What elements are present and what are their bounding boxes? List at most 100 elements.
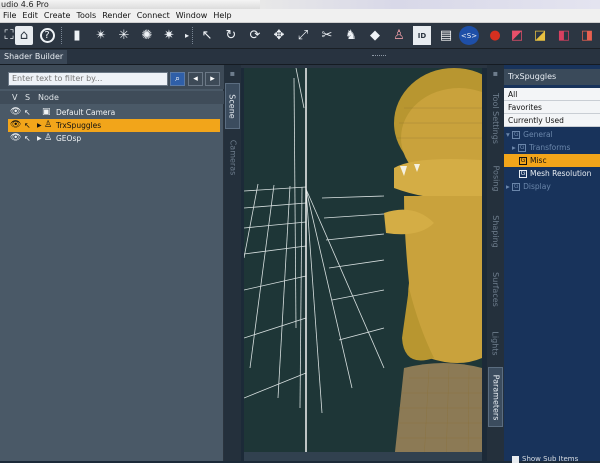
back-icon[interactable]: ◂: [188, 72, 203, 86]
menu-create[interactable]: Create: [41, 9, 74, 23]
smart-content-icon[interactable]: ◨: [578, 26, 596, 45]
menu-file[interactable]: File: [0, 9, 19, 23]
scene-pane: Enter text to filter by... ⌕ ◂ ▸ V S Nod…: [0, 65, 224, 461]
eye-icon[interactable]: 👁: [10, 119, 21, 132]
render-library-icon[interactable]: ◪: [531, 26, 549, 45]
pane-menu-icon[interactable]: ▪: [488, 67, 503, 79]
translate-icon[interactable]: ✥: [270, 26, 288, 45]
tab-scene[interactable]: Scene: [225, 83, 240, 129]
right-side-tabs: ▪ Tool Settings Posing Shaping Surfaces …: [487, 65, 504, 461]
pane-menu-icon[interactable]: ▪: [225, 67, 240, 79]
render-settings-icon[interactable]: ▤: [437, 26, 455, 45]
menu-edit[interactable]: Edit: [19, 9, 41, 23]
tab-cameras[interactable]: Cameras: [225, 131, 240, 183]
left-side-tabs: ▪ Scene Cameras: [224, 65, 241, 461]
parameters-title: TrxSpuggles: [504, 69, 600, 85]
pane-grip[interactable]: [372, 55, 386, 58]
rotate-icon[interactable]: ↻: [222, 26, 240, 45]
expand-arrow-icon[interactable]: ▶: [37, 119, 42, 132]
viewport-footer: [244, 452, 482, 461]
tree-item-transforms[interactable]: ▸ G Transforms: [504, 141, 600, 154]
filter-all[interactable]: All: [504, 88, 600, 101]
figure-model: [384, 68, 482, 461]
filter-currently-used[interactable]: Currently Used: [504, 114, 600, 127]
tab-parameters[interactable]: Parameters: [488, 367, 503, 427]
pointer-icon[interactable]: ↖: [198, 26, 216, 45]
tree-item-mesh-resolution[interactable]: G Mesh Resolution: [504, 167, 600, 180]
figure-node-icon: ♙: [44, 120, 53, 130]
tree-item-misc[interactable]: G Misc: [504, 154, 600, 167]
window-title-bar: udio 4.6 Pro: [0, 0, 600, 9]
tab-surfaces[interactable]: Surfaces: [488, 263, 503, 315]
tree-item-display[interactable]: ▸ G Display: [504, 180, 600, 193]
header-visible[interactable]: V: [12, 91, 17, 104]
node-icon[interactable]: ♞: [342, 26, 360, 45]
surface-icon[interactable]: ◆: [366, 26, 384, 45]
scale-icon[interactable]: ⤢: [294, 26, 312, 45]
group-icon: G: [512, 131, 521, 139]
scene-filter-input[interactable]: Enter text to filter by...: [8, 72, 168, 86]
light-add-icon[interactable]: ✷: [160, 26, 178, 45]
expand-arrow-icon[interactable]: ▸: [512, 143, 516, 152]
header-node[interactable]: Node: [38, 91, 59, 104]
collapse-arrow-icon[interactable]: ▾: [506, 130, 510, 139]
menu-window[interactable]: Window: [173, 9, 211, 23]
shader-builder-bar: Shader Builder: [0, 49, 600, 65]
node-label: Default Camera: [56, 108, 116, 117]
tab-posing[interactable]: Posing: [488, 157, 503, 199]
render-icon[interactable]: ●: [486, 26, 504, 45]
filter-favorites[interactable]: Favorites: [504, 101, 600, 114]
light-add-icon[interactable]: ✳: [115, 26, 133, 45]
figure-node-icon: ♙: [44, 133, 53, 143]
forward-icon[interactable]: ▸: [205, 72, 220, 86]
shader-icon[interactable]: <S>: [459, 26, 479, 45]
select-icon[interactable]: ↖: [24, 132, 31, 145]
scene-node-row[interactable]: 👁 ↖ ▣ Default Camera: [8, 106, 220, 119]
viewport-scene: [244, 68, 482, 461]
figure-icon[interactable]: ♙: [390, 26, 408, 45]
light-add-icon[interactable]: ✴: [92, 26, 110, 45]
checkbox-icon[interactable]: [512, 455, 519, 463]
universal-icon[interactable]: ⟳: [246, 26, 264, 45]
filter-row: Enter text to filter by... ⌕ ◂ ▸: [0, 65, 224, 89]
light-add-icon[interactable]: ✺: [138, 26, 156, 45]
menu-help[interactable]: Help: [210, 9, 234, 23]
help-icon[interactable]: ?: [38, 26, 56, 45]
render-to-icon[interactable]: ◩: [508, 26, 526, 45]
tab-lights[interactable]: Lights: [488, 323, 503, 363]
search-icon[interactable]: ⌕: [170, 72, 185, 86]
node-label: TrxSpuggles: [56, 121, 102, 130]
eye-icon[interactable]: 👁: [10, 106, 21, 119]
group-icon: G: [512, 183, 521, 191]
main-toolbar: ⛶ ⌂ ? ▮ ✴ ✳ ✺ ✷ ▸ ↖ ↻ ⟳ ✥ ⤢ ✂ ♞ ◆ ♙ ID ▤…: [0, 23, 600, 49]
joint-icon[interactable]: ✂: [318, 26, 336, 45]
scene-node-row-selected[interactable]: 👁 ↖ ▶ ♙ TrxSpuggles: [8, 119, 220, 132]
tab-shader-builder[interactable]: Shader Builder: [0, 50, 68, 64]
show-sub-items-checkbox[interactable]: Show Sub Items: [512, 455, 578, 463]
scene-node-row[interactable]: 👁 ↖ ▶ ♙ GEOsp: [8, 132, 220, 145]
select-icon[interactable]: ↖: [24, 119, 31, 132]
render-settings2-icon[interactable]: ◧: [555, 26, 573, 45]
menu-render[interactable]: Render: [99, 9, 133, 23]
menu-tools[interactable]: Tools: [73, 9, 99, 23]
document-icon[interactable]: ID: [413, 26, 431, 45]
tab-shaping[interactable]: Shaping: [488, 207, 503, 255]
expand-arrow-icon[interactable]: ▶: [37, 132, 42, 145]
parameters-pane: TrxSpuggles All Favorites Currently Used…: [504, 65, 600, 463]
expand-arrow-icon[interactable]: ▸: [506, 182, 510, 191]
menu-bar: File Edit Create Tools Render Connect Window He…: [0, 9, 600, 23]
viewport[interactable]: [244, 68, 482, 461]
group-icon: G: [519, 170, 527, 178]
scene-list-header: V S Node: [0, 91, 224, 104]
camera-add-icon[interactable]: ▮: [68, 26, 86, 45]
header-selectable[interactable]: S: [25, 91, 30, 104]
tree-item-general[interactable]: ▾ G General: [504, 128, 600, 141]
home-icon[interactable]: ⌂: [15, 26, 33, 45]
camera-icon: ▣: [42, 107, 51, 117]
show-sub-items-label: Show Sub Items: [522, 455, 579, 463]
toolbar-separator: [61, 27, 63, 44]
select-icon[interactable]: ↖: [24, 106, 31, 119]
eye-icon[interactable]: 👁: [10, 132, 21, 145]
tab-tool-settings[interactable]: Tool Settings: [488, 87, 503, 149]
menu-connect[interactable]: Connect: [134, 9, 173, 23]
